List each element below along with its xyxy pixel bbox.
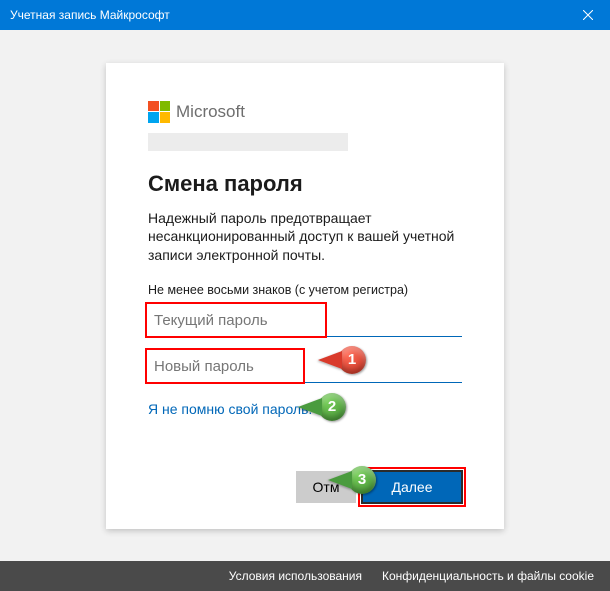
window-title: Учетная запись Майкрософт <box>10 8 565 22</box>
button-row: Отм Далее <box>296 471 462 503</box>
page-heading: Смена пароля <box>148 171 462 197</box>
content-area: Microsoft Смена пароля Надежный пароль п… <box>0 30 610 561</box>
current-password-input[interactable] <box>148 305 462 337</box>
close-button[interactable] <box>565 0 610 30</box>
dialog-card: Microsoft Смена пароля Надежный пароль п… <box>106 63 504 529</box>
footer: Условия использования Конфиденциальность… <box>0 561 610 591</box>
cancel-button[interactable]: Отм <box>296 471 356 503</box>
callout-2-number: 2 <box>318 393 346 421</box>
footer-privacy-link[interactable]: Конфиденциальность и файлы cookie <box>382 569 594 583</box>
titlebar: Учетная запись Майкрософт <box>0 0 610 30</box>
description-text: Надежный пароль предотвращает несанкцион… <box>148 209 462 266</box>
password-hint: Не менее восьми знаков (с учетом регистр… <box>148 283 462 297</box>
forgot-password-link[interactable]: Я не помню свой пароль. <box>148 401 312 417</box>
new-password-wrap <box>148 351 462 383</box>
microsoft-logo-icon <box>148 101 170 123</box>
current-password-wrap <box>148 305 462 337</box>
logo-row: Microsoft <box>148 101 462 123</box>
account-email-redacted <box>148 133 348 151</box>
brand-text: Microsoft <box>176 102 245 122</box>
close-icon <box>583 10 593 20</box>
next-button[interactable]: Далее <box>362 471 462 503</box>
footer-terms-link[interactable]: Условия использования <box>229 569 362 583</box>
new-password-input[interactable] <box>148 351 462 383</box>
